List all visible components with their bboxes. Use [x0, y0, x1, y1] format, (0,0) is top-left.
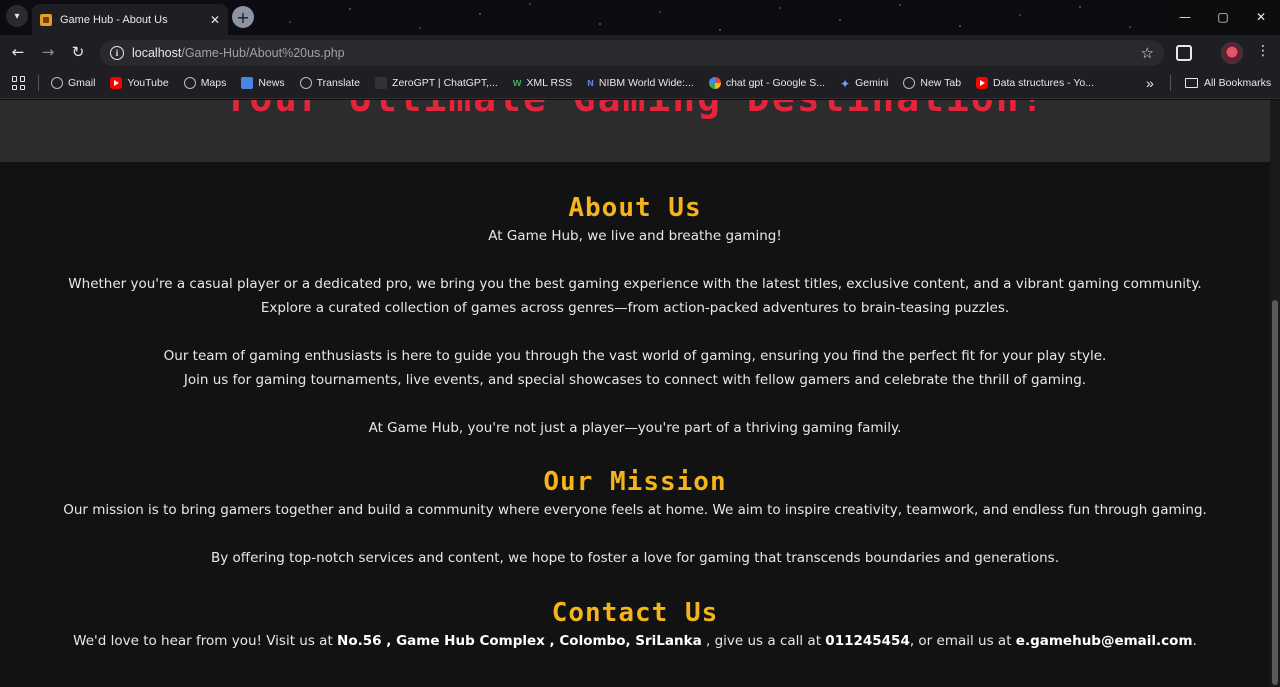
about-heading: About Us: [568, 193, 702, 223]
close-tab-icon[interactable]: ✕: [210, 13, 220, 27]
mission-heading: Our Mission: [543, 467, 727, 497]
contact-heading: Contact Us: [551, 598, 719, 628]
extensions-icon[interactable]: [1176, 45, 1192, 61]
bookmark-news[interactable]: News: [241, 77, 285, 89]
profile-avatar[interactable]: [1221, 42, 1243, 64]
bookmark-zerogpt[interactable]: ZeroGPT | ChatGPT,...: [375, 77, 498, 89]
bookmark-chat-gpt-google[interactable]: chat gpt - Google S...: [708, 77, 825, 89]
mission-text: Our mission is to bring gamers together …: [63, 502, 1207, 566]
bookmark-xml-rss[interactable]: w XML RSS: [513, 77, 572, 89]
nibm-icon: ɴ: [587, 77, 594, 89]
maximize-icon[interactable]: ▢: [1204, 0, 1242, 33]
globe-icon: [903, 77, 916, 89]
globe-icon: [183, 77, 196, 89]
browser-toolbar: ← → ↻ i localhost/Game-Hub/About%20us.ph…: [0, 35, 1280, 68]
about-section: About Us At Game Hub, we live and breath…: [0, 192, 1270, 440]
xampp-favicon-icon: [40, 13, 52, 26]
forward-arrow-icon[interactable]: →: [36, 40, 60, 64]
tab-search-chevron-icon[interactable]: ▾: [6, 5, 28, 27]
youtube-icon: [110, 77, 123, 89]
bookmark-nibm[interactable]: ɴ NIBM World Wide:...: [587, 77, 694, 89]
site-info-icon[interactable]: i: [110, 46, 124, 60]
contact-address: No.56 , Game Hub Complex , Colombo, SriL…: [337, 633, 702, 649]
bookmark-youtube[interactable]: YouTube: [110, 77, 169, 89]
google-icon: [708, 77, 721, 89]
globe-icon: [51, 77, 63, 89]
url-text[interactable]: localhost/Game-Hub/About%20us.php: [132, 46, 345, 60]
kebab-menu-icon[interactable]: ⋮: [1256, 43, 1270, 59]
bookmarks-bar: Gmail YouTube Maps News Translate ZeroGP…: [0, 68, 1280, 99]
zerogpt-icon: [375, 77, 388, 89]
folder-icon: [1185, 78, 1198, 88]
tab-title: Game Hub - About Us: [60, 13, 168, 26]
reload-icon[interactable]: ↻: [66, 40, 90, 64]
bookmark-new-tab[interactable]: New Tab: [903, 77, 961, 89]
contact-phone: 011245454: [825, 633, 910, 649]
youtube-icon: [976, 77, 989, 89]
contact-section: Contact Us We'd love to hear from you! V…: [0, 597, 1270, 653]
hero-banner: Your Ultimate Gaming Destination!: [0, 100, 1270, 162]
contact-text: We'd love to hear from you! Visit us at …: [73, 633, 1197, 649]
divider: [38, 75, 39, 91]
scrollbar-thumb[interactable]: [1272, 300, 1278, 685]
bookmark-gmail[interactable]: Gmail: [51, 77, 95, 89]
more-bookmarks-chevron-icon[interactable]: »: [1146, 75, 1154, 91]
apps-grid-icon[interactable]: [12, 76, 26, 90]
active-tab[interactable]: Game Hub - About Us ✕: [32, 4, 228, 35]
bookmark-data-structures[interactable]: Data structures - Yo...: [976, 77, 1094, 89]
address-bar[interactable]: i localhost/Game-Hub/About%20us.php ☆: [100, 40, 1164, 66]
bookmark-translate[interactable]: Translate: [299, 77, 360, 89]
mission-section: Our Mission Our mission is to bring game…: [0, 466, 1270, 570]
window-controls: — ▢ ✕: [1166, 0, 1280, 33]
about-text: At Game Hub, we live and breathe gaming!…: [68, 228, 1202, 436]
contact-email: e.gamehub@email.com: [1015, 633, 1193, 649]
bookmark-gemini[interactable]: ✦ Gemini: [840, 77, 888, 91]
gemini-icon: ✦: [840, 77, 851, 91]
news-icon: [241, 77, 254, 89]
page-scrollbar[interactable]: [1270, 100, 1280, 687]
globe-icon: [299, 77, 312, 89]
divider: [1170, 75, 1171, 91]
bookmark-star-icon[interactable]: ☆: [1141, 44, 1154, 62]
xml-icon: w: [512, 77, 522, 89]
back-arrow-icon[interactable]: ←: [6, 40, 30, 64]
close-window-icon[interactable]: ✕: [1242, 0, 1280, 33]
browser-tab-bar: ▾ Game Hub - About Us ✕ + — ▢ ✕: [0, 0, 1280, 35]
bookmark-maps[interactable]: Maps: [183, 77, 226, 89]
all-bookmarks-button[interactable]: All Bookmarks: [1185, 77, 1271, 89]
minimize-icon[interactable]: —: [1166, 0, 1204, 33]
hero-title: Your Ultimate Gaming Destination!: [0, 100, 1270, 120]
new-tab-plus-icon[interactable]: +: [232, 6, 254, 28]
page-viewport: Your Ultimate Gaming Destination! About …: [0, 100, 1270, 687]
